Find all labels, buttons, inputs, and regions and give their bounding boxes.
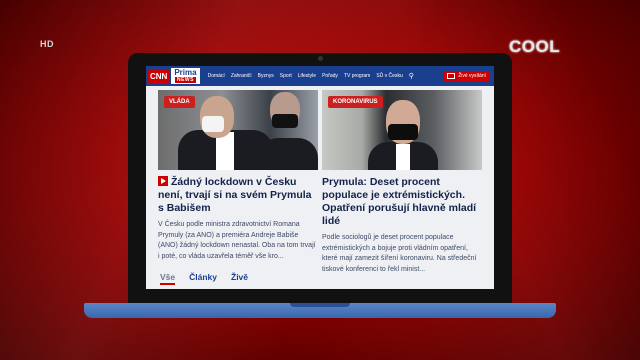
feed-tabs: Vše Články Živě	[160, 272, 248, 285]
article-perex: V Česku podle ministra zdravotnictví Rom…	[158, 221, 316, 260]
category-tag[interactable]: VLÁDA	[164, 96, 195, 108]
nav-item-lifestyle[interactable]: Lifestyle	[298, 73, 316, 79]
nav-menu: Domácí Zahraničí Byznys Sport Lifestyle …	[208, 73, 403, 79]
tab-zive[interactable]: Živě	[231, 272, 248, 285]
tab-clanky[interactable]: Články	[189, 272, 217, 285]
play-video-icon	[158, 176, 168, 186]
article-card[interactable]: VLÁDA Žádný lockdown v Česku není, trvaj…	[158, 90, 318, 262]
article-headline[interactable]: Prymula: Deset procent populace je extré…	[322, 176, 482, 228]
category-tag[interactable]: KORONAVIRUS	[328, 96, 383, 108]
article-photo[interactable]: KORONAVIRUS	[322, 90, 482, 170]
article-card[interactable]: KORONAVIRUS Prymula: Deset procent popul…	[322, 90, 482, 275]
prima-logo-text: Prima	[174, 68, 197, 77]
laptop-notch	[290, 303, 350, 307]
nav-item-porady[interactable]: Pořady	[322, 73, 338, 79]
headline-text: Žádný lockdown v Česku není, trvají si n…	[158, 176, 312, 214]
live-stream-label: Živé vysílání	[458, 73, 486, 79]
nav-item-byznys[interactable]: Byznys	[258, 73, 274, 79]
article-headline[interactable]: Žádný lockdown v Česku není, trvají si n…	[158, 176, 318, 215]
nav-item-zahranici[interactable]: Zahraničí	[231, 73, 252, 79]
channel-logo: COOL	[509, 37, 561, 56]
nav-item-tv-program[interactable]: TV program	[344, 73, 370, 79]
live-stream-button[interactable]: Živé vysílání	[443, 71, 490, 81]
tab-vse[interactable]: Vše	[160, 272, 176, 285]
hd-badge: HD	[40, 39, 54, 49]
tv-icon	[447, 73, 456, 79]
laptop-screen: CNN Prima NEWS Domácí Zahraničí Byznys S…	[146, 66, 494, 289]
article-perex: Podle sociologů je deset procent populac…	[322, 234, 477, 273]
search-icon[interactable]: ⚲	[409, 72, 414, 80]
face-mask	[202, 116, 224, 132]
person-suit	[258, 138, 318, 170]
article-photo[interactable]: VLÁDA	[158, 90, 318, 170]
webcam-icon	[318, 56, 323, 61]
person-shirt	[396, 144, 410, 170]
site-navbar: CNN Prima NEWS Domácí Zahraničí Byznys S…	[146, 66, 494, 86]
prima-news-logo[interactable]: Prima NEWS	[171, 68, 200, 84]
nav-item-domaci[interactable]: Domácí	[208, 73, 225, 79]
nav-item-su-v-cesku[interactable]: SŮ v Česku	[376, 73, 402, 79]
cnn-logo[interactable]: CNN	[148, 69, 170, 83]
news-logo-text: NEWS	[174, 77, 196, 83]
face-mask	[388, 124, 418, 140]
nav-item-sport[interactable]: Sport	[280, 73, 292, 79]
face-mask	[272, 114, 298, 128]
